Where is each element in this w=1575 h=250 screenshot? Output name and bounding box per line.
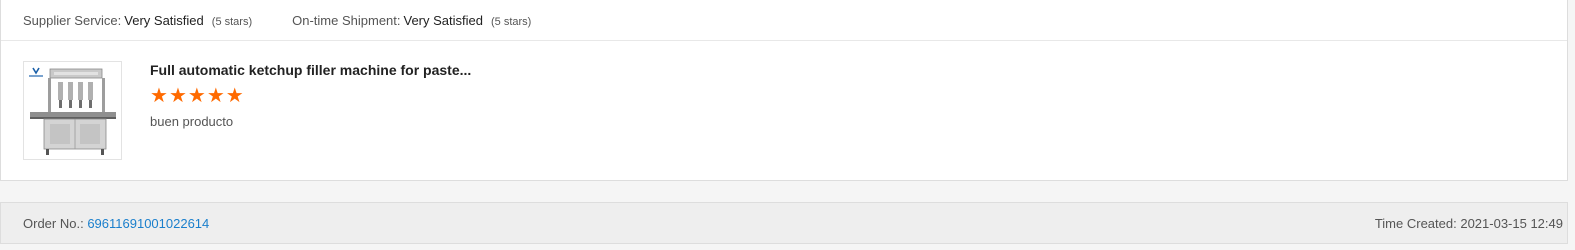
ontime-shipment-rating: On-time Shipment: Very Satisfied (5 star… xyxy=(292,13,531,28)
product-row: Full automatic ketchup filler machine fo… xyxy=(1,41,1567,180)
star-icon: ★ xyxy=(187,85,206,107)
supplier-service-label: Supplier Service: xyxy=(23,12,122,28)
product-thumbnail[interactable] xyxy=(23,61,122,160)
ontime-shipment-value: Very Satisfied xyxy=(403,12,484,28)
supplier-service-value: Very Satisfied xyxy=(124,12,204,28)
order-bar: Order No.: 69611691001022614 Time Create… xyxy=(0,202,1568,244)
star-icon: ★ xyxy=(206,85,225,107)
supplier-service-rating: Supplier Service: Very Satisfied (5 star… xyxy=(23,13,252,28)
rating-stars: ★ ★ ★ ★ ★ xyxy=(150,86,471,106)
filling-machine-image xyxy=(24,62,121,159)
review-text: buen producto xyxy=(150,114,234,129)
time-created-value: 2021-03-15 12:49 xyxy=(1460,215,1563,231)
ontime-shipment-stars: (5 stars) xyxy=(491,15,532,28)
product-info: Full automatic ketchup filler machine fo… xyxy=(150,61,471,129)
order-no-label: Order No.: xyxy=(23,215,84,231)
ontime-shipment-label: On-time Shipment: xyxy=(292,12,401,28)
star-icon: ★ xyxy=(150,85,168,107)
star-icon: ★ xyxy=(168,85,187,107)
star-icon: ★ xyxy=(225,85,244,107)
review-card: Supplier Service: Very Satisfied (5 star… xyxy=(0,0,1568,181)
time-created: Time Created: 2021-03-15 12:49 xyxy=(1375,216,1563,231)
supplier-service-stars: (5 stars) xyxy=(211,15,253,28)
order-no-link[interactable]: 69611691001022614 xyxy=(87,216,209,231)
time-created-label: Time Created: xyxy=(1374,215,1457,231)
product-title[interactable]: Full automatic ketchup filler machine fo… xyxy=(150,61,471,79)
order-number: Order No.: 69611691001022614 xyxy=(23,216,209,231)
ratings-bar: Supplier Service: Very Satisfied (5 star… xyxy=(1,0,1567,41)
